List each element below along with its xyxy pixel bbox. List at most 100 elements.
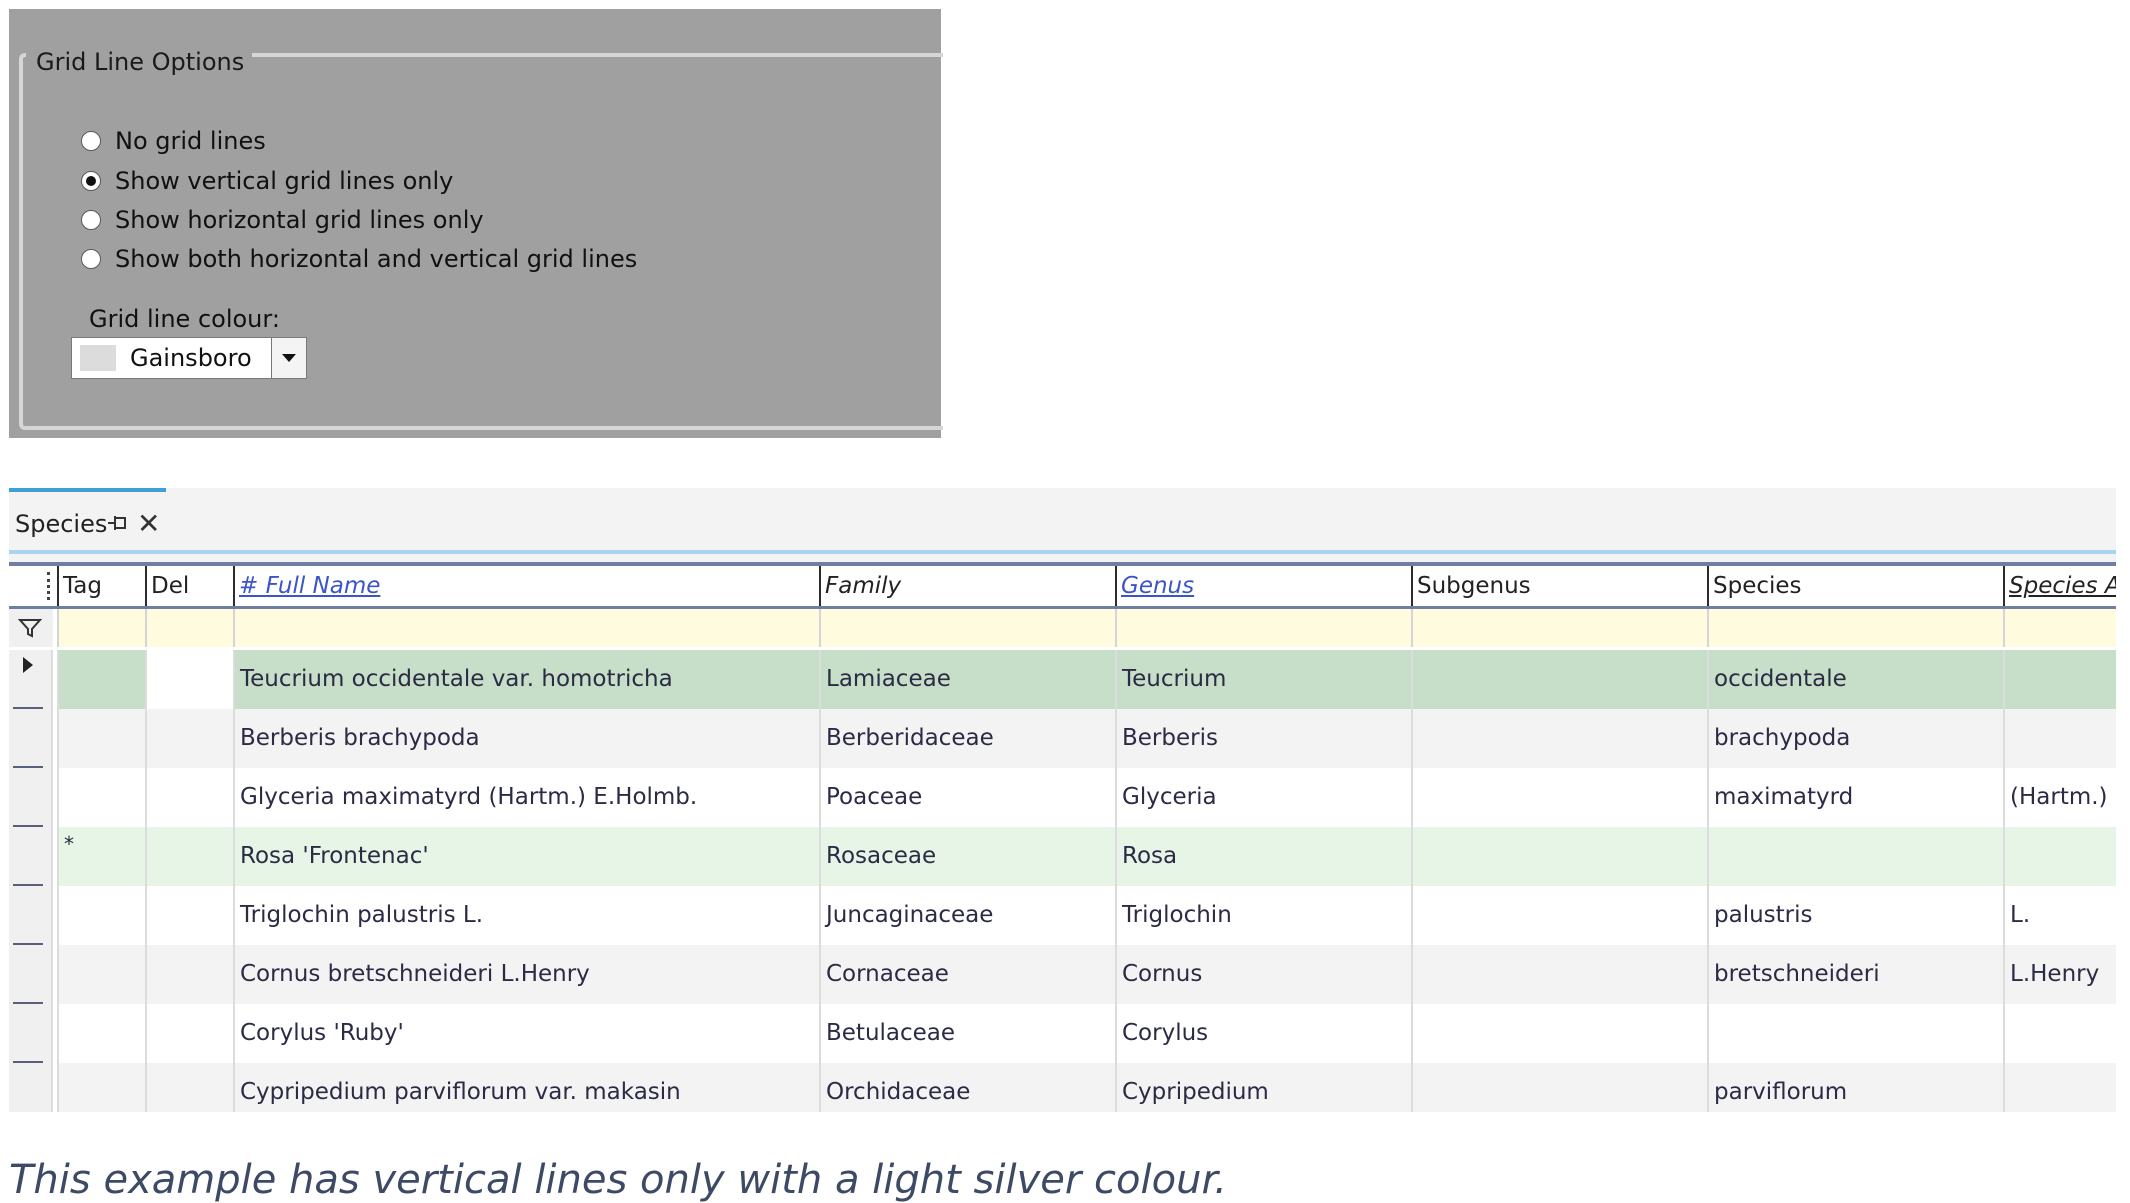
chevron-down-icon[interactable] [271,338,306,378]
cell-species-author[interactable] [2003,1063,2116,1112]
cell-tag[interactable] [57,886,145,945]
cell-full-name[interactable]: Teucrium occidentale var. homotricha [233,650,819,709]
cell-family[interactable]: Lamiaceae [819,650,1115,709]
cell-full-name[interactable]: Cornus bretschneideri L.Henry [233,945,819,1004]
cell-subgenus[interactable] [1411,1004,1707,1063]
filter-cell-tag[interactable] [57,609,145,647]
cell-subgenus[interactable] [1411,650,1707,709]
cell-species-author[interactable] [2003,827,2116,886]
cell-family[interactable]: Rosaceae [819,827,1115,886]
cell-genus[interactable]: Teucrium [1115,650,1411,709]
cell-species-author[interactable]: L. [2003,886,2116,945]
filter-cell-species-author[interactable] [2003,609,2116,647]
column-header-genus[interactable]: Genus [1115,566,1411,606]
cell-family[interactable]: Poaceae [819,768,1115,827]
cell-tag[interactable]: * [57,827,145,886]
cell-family[interactable]: Cornaceae [819,945,1115,1004]
radio-button[interactable] [81,249,101,269]
tab-species[interactable]: Species [15,510,107,538]
cell-species[interactable]: bretschneideri [1707,945,2003,1004]
cell-subgenus[interactable] [1411,1063,1707,1112]
radio-both-grid-lines[interactable]: Show both horizontal and vertical grid l… [81,241,637,277]
cell-subgenus[interactable] [1411,945,1707,1004]
pin-icon[interactable] [107,514,129,538]
cell-tag[interactable] [57,768,145,827]
filter-cell-subgenus[interactable] [1411,609,1707,647]
cell-species-author[interactable] [2003,709,2116,768]
cell-species[interactable]: palustris [1707,886,2003,945]
cell-del[interactable] [145,650,233,709]
cell-family[interactable]: Betulaceae [819,1004,1115,1063]
cell-subgenus[interactable] [1411,827,1707,886]
cell-family[interactable]: Juncaginaceae [819,886,1115,945]
cell-del[interactable] [145,768,233,827]
cell-full-name[interactable]: Rosa 'Frontenac' [233,827,819,886]
cell-species-author[interactable] [2003,650,2116,709]
radio-vertical-grid-lines[interactable]: Show vertical grid lines only [81,163,453,199]
column-header-full-name[interactable]: # Full Name [233,566,819,606]
cell-tag[interactable] [57,1063,145,1112]
species-data-grid[interactable]: Tag Del # Full Name Family Genus Subgenu… [9,562,2116,1112]
radio-button[interactable] [81,210,101,230]
table-row[interactable]: Berberis brachypoda Berberidaceae Berberis… [9,709,2116,768]
table-row[interactable]: Corylus 'Ruby' Betulaceae Corylus [9,1004,2116,1063]
cell-full-name[interactable]: Glyceria maximatyrd (Hartm.) E.Holmb. [233,768,819,827]
radio-button[interactable] [81,131,101,151]
column-header-species[interactable]: Species [1707,566,2003,606]
cell-tag[interactable] [57,945,145,1004]
cell-full-name[interactable]: Corylus 'Ruby' [233,1004,819,1063]
filter-cell-family[interactable] [819,609,1115,647]
column-header-del[interactable]: Del [145,566,233,606]
radio-button-checked[interactable] [81,171,101,191]
cell-tag[interactable] [57,650,145,709]
cell-species[interactable]: occidentale [1707,650,2003,709]
cell-genus[interactable]: Glyceria [1115,768,1411,827]
drag-grip-icon[interactable] [47,572,54,600]
cell-species-author[interactable]: L.Henry [2003,945,2116,1004]
cell-species[interactable]: parviflorum [1707,1063,2003,1112]
cell-del[interactable] [145,945,233,1004]
cell-genus[interactable]: Rosa [1115,827,1411,886]
cell-subgenus[interactable] [1411,886,1707,945]
cell-del[interactable] [145,1063,233,1112]
cell-del[interactable] [145,827,233,886]
table-row[interactable]: Cypripedium parviflorum var. makasin Orch… [9,1063,2116,1112]
grid-line-colour-dropdown[interactable]: Gainsboro [71,337,307,379]
column-header-tag[interactable]: Tag [57,566,145,606]
column-header-subgenus[interactable]: Subgenus [1411,566,1707,606]
column-header-family[interactable]: Family [819,566,1115,606]
cell-full-name[interactable]: Cypripedium parviflorum var. makasin [233,1063,819,1112]
cell-species-author[interactable]: (Hartm.) E [2003,768,2116,827]
table-row[interactable]: Teucrium occidentale var. homotricha Lami… [9,650,2116,709]
filter-cell-full-name[interactable] [233,609,819,647]
cell-species[interactable] [1707,827,2003,886]
radio-horizontal-grid-lines[interactable]: Show horizontal grid lines only [81,202,484,238]
close-icon[interactable]: ✕ [137,510,160,538]
cell-full-name[interactable]: Berberis brachypoda [233,709,819,768]
filter-cell-genus[interactable] [1115,609,1411,647]
cell-species[interactable]: maximatyrd [1707,768,2003,827]
cell-subgenus[interactable] [1411,709,1707,768]
cell-genus[interactable]: Berberis [1115,709,1411,768]
filter-cell-species[interactable] [1707,609,2003,647]
column-header-species-author[interactable]: Species Au [2003,566,2116,606]
cell-genus[interactable]: Cornus [1115,945,1411,1004]
cell-tag[interactable] [57,709,145,768]
table-row[interactable]: Glyceria maximatyrd (Hartm.) E.Holmb. Poa… [9,768,2116,827]
cell-family[interactable]: Berberidaceae [819,709,1115,768]
cell-species[interactable] [1707,1004,2003,1063]
cell-genus[interactable]: Cypripedium [1115,1063,1411,1112]
cell-tag[interactable] [57,1004,145,1063]
radio-no-grid-lines[interactable]: No grid lines [81,123,266,159]
table-row[interactable]: Triglochin palustris L. Juncaginaceae Trig… [9,886,2116,945]
cell-species[interactable]: brachypoda [1707,709,2003,768]
cell-del[interactable] [145,886,233,945]
cell-del[interactable] [145,709,233,768]
filter-icon[interactable] [17,618,43,642]
cell-full-name[interactable]: Triglochin palustris L. [233,886,819,945]
cell-genus[interactable]: Triglochin [1115,886,1411,945]
cell-genus[interactable]: Corylus [1115,1004,1411,1063]
cell-species-author[interactable] [2003,1004,2116,1063]
cell-subgenus[interactable] [1411,768,1707,827]
cell-family[interactable]: Orchidaceae [819,1063,1115,1112]
